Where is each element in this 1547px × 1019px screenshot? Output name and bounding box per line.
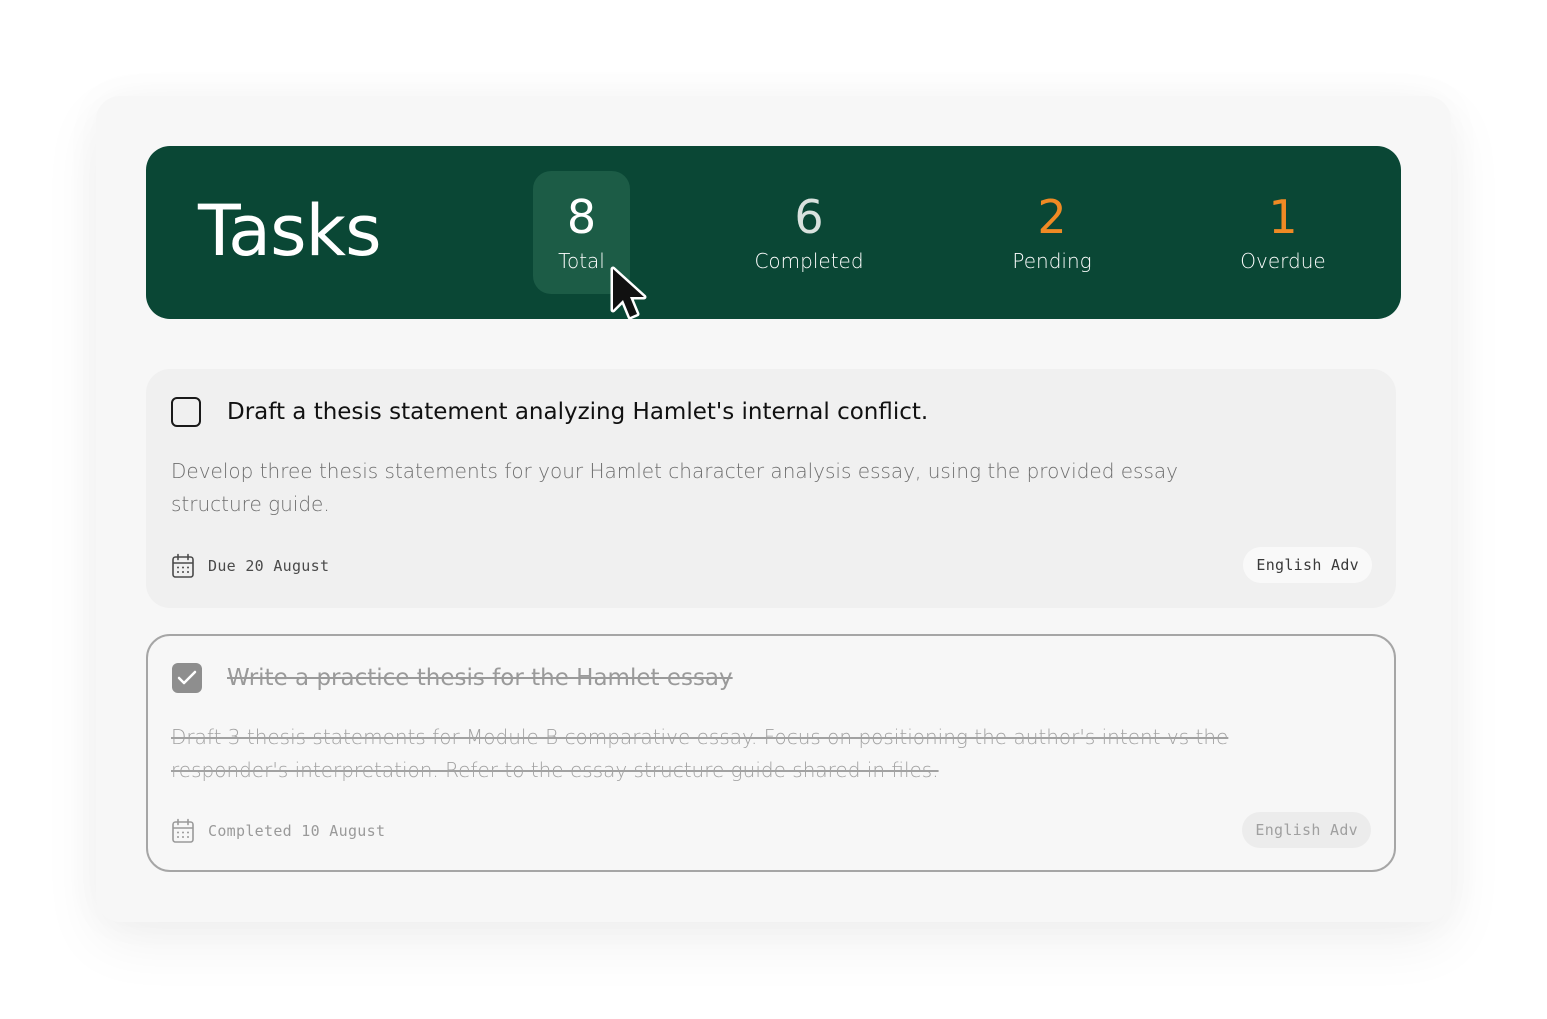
checkmark-icon [177, 670, 197, 685]
task-description: Develop three thesis statements for your… [171, 459, 1178, 516]
task-title: Write a practice thesis for the Hamlet e… [227, 665, 733, 691]
subject-tag[interactable]: English Adv [1243, 547, 1372, 583]
mouse-cursor-icon [610, 266, 647, 320]
stat-total-value: 8 [566, 189, 597, 244]
stat-completed-label: Completed [754, 248, 864, 273]
subject-tag[interactable]: English Adv [1242, 812, 1371, 848]
stat-completed[interactable]: 6 Completed [734, 171, 884, 294]
due-date-text: Due 20 August [208, 557, 330, 575]
task-due-date: Due 20 August [171, 553, 329, 579]
stat-pending[interactable]: 2 Pending [992, 171, 1112, 294]
calendar-icon [172, 818, 194, 843]
task-title: Draft a thesis statement analyzing Hamle… [227, 399, 929, 425]
task-card[interactable]: Draft a thesis statement analyzing Hamle… [146, 369, 1396, 608]
stat-overdue[interactable]: 1 Overdue [1223, 171, 1343, 294]
stat-total-label: Total [558, 248, 605, 273]
tasks-header: Tasks 8 Total 6 Completed 2 Pending 1 Ov… [146, 146, 1401, 319]
stat-overdue-label: Overdue [1240, 248, 1326, 273]
completed-date-text: Completed 10 August [208, 822, 386, 840]
stat-overdue-value: 1 [1268, 189, 1298, 244]
page-title: Tasks [198, 190, 382, 272]
stat-completed-value: 6 [794, 189, 824, 244]
stat-pending-label: Pending [1012, 248, 1092, 273]
calendar-icon [172, 553, 194, 578]
task-description: Draft 3 thesis statements for Module B c… [171, 725, 1229, 782]
task-checkbox-checked[interactable] [172, 663, 202, 693]
task-completed-date: Completed 10 August [171, 818, 385, 844]
stat-pending-value: 2 [1037, 189, 1067, 244]
task-card[interactable]: Write a practice thesis for the Hamlet e… [146, 634, 1396, 872]
task-checkbox[interactable] [171, 397, 201, 427]
